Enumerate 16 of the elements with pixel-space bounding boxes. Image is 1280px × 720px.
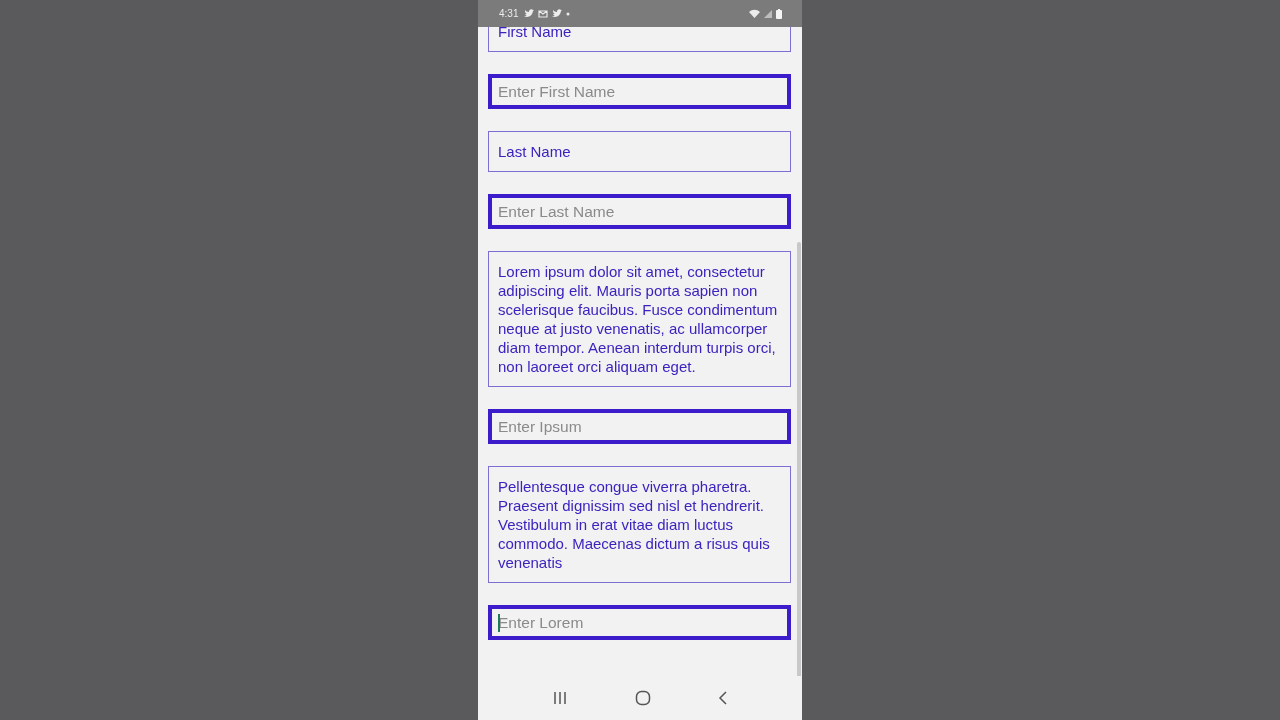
- input-field[interactable]: Enter First Name: [488, 74, 791, 109]
- field-label: First Name: [488, 27, 791, 52]
- scrollbar[interactable]: [797, 242, 801, 676]
- input-field[interactable]: Enter Ipsum: [488, 409, 791, 444]
- input-field[interactable]: Enter Last Name: [488, 194, 791, 229]
- status-time: 4:31: [499, 8, 519, 19]
- field-label: Last Name: [488, 131, 791, 172]
- dot-icon: [566, 11, 571, 16]
- signal-icon: [764, 9, 772, 18]
- mail-icon: [538, 8, 549, 19]
- wifi-icon: [749, 9, 760, 18]
- bird-icon: [524, 8, 535, 19]
- battery-icon: [776, 8, 782, 19]
- field-label: Pellentesque congue viverra pharetra. Praesent dignissim sed nisl et hendrerit. Vestibulum in erat vitae diam luctus commodo. Maecenas dictum a risus quis venenatis: [488, 466, 791, 583]
- bird-icon: [552, 8, 563, 19]
- field-label: Lorem ipsum dolor sit amet, consectetur adipiscing elit. Mauris porta sapien non scelerisque faucibus. Fusce condimentum neque at justo venenatis, ac ullamcorper diam tempor. Aenean interdum turpis orci, non laoreet orci aliquam eget.: [488, 251, 791, 387]
